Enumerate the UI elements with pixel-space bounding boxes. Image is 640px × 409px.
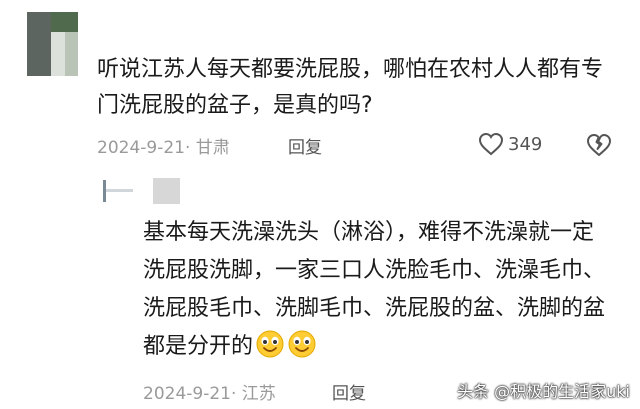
avatar-image-block	[65, 32, 78, 76]
comment-date-location: 2024-9-21· 甘肃	[97, 138, 230, 158]
comment-reply-button[interactable]: 回复	[288, 133, 322, 158]
reply-reply-button[interactable]: 回复	[332, 379, 366, 404]
reply-text-content: 基本每天洗澡洗头（淋浴），难得不洗澡就一定洗屁股洗脚，一家三口人洗脸毛巾、洗澡毛…	[143, 220, 606, 359]
reply-text: 基本每天洗澡洗头（淋浴），难得不洗澡就一定洗屁股洗脚，一家三口人洗脸毛巾、洗澡毛…	[143, 214, 613, 366]
commenter-avatar[interactable]	[27, 12, 78, 76]
reply-meta: 2024-9-21· 江苏 回复	[143, 377, 443, 404]
smiling-face-emoji	[256, 330, 284, 358]
broken-heart-icon[interactable]	[585, 132, 613, 158]
like-count: 349	[508, 134, 543, 155]
heart-outline-icon	[478, 132, 504, 156]
watermark: 头条 @积极的生活家uki	[457, 382, 630, 401]
smiling-face-emoji	[288, 330, 316, 358]
reply-user-avatar-placeholder[interactable]	[153, 178, 180, 204]
reply-date-location: 2024-9-21· 江苏	[143, 384, 276, 404]
comment-text: 听说江苏人每天都要洗屁股，哪怕在农村人人都有专门洗屁股的盆子，是真的吗?	[97, 57, 604, 118]
reply-user-avatar[interactable]	[103, 180, 133, 202]
avatar-image-block	[51, 12, 78, 32]
